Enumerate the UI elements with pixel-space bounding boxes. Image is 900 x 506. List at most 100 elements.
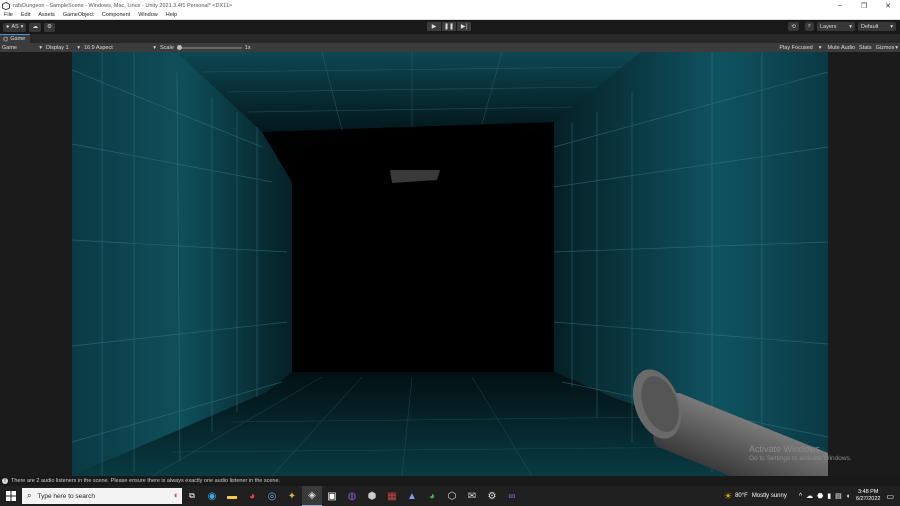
volume-icon[interactable]: ◖ [846, 493, 850, 500]
task-view-button[interactable]: ⧉ [182, 486, 202, 506]
display-label: Display 1 [46, 44, 69, 51]
game-app[interactable]: ✦ [282, 486, 302, 506]
sun-icon: ☀ [723, 490, 733, 501]
pause-icon: ❚❚ [443, 24, 455, 30]
menu-window[interactable]: Window [134, 12, 162, 18]
collab-button[interactable]: ⚙ [43, 22, 55, 32]
unity-icon: ◈ [308, 490, 316, 501]
microphone-icon[interactable]: ▮ [827, 492, 831, 500]
stats-toggle[interactable]: Stats [857, 43, 874, 52]
discord-app[interactable]: ▣ [322, 486, 342, 506]
network-icon[interactable]: ▤ [835, 492, 842, 500]
unity-app[interactable]: ◈ [302, 486, 322, 506]
game-view-render[interactable] [72, 52, 828, 476]
play-icon: ▶ [431, 24, 437, 30]
close-button[interactable]: ✕ [876, 0, 900, 11]
aspect-dropdown[interactable]: 16:9 Aspect ▾ [82, 43, 158, 52]
tab-label: Game [10, 36, 26, 42]
scale-control: Scale 1x [158, 43, 253, 52]
mail-app[interactable]: ✉ [462, 486, 482, 506]
unity-logo-icon [2, 1, 10, 10]
scale-slider-knob[interactable] [176, 44, 182, 50]
scale-value: 1x [244, 44, 251, 51]
clock-time: 3:48 PM [857, 489, 879, 495]
defender-icon[interactable]: ⬣ [817, 492, 823, 500]
mail-icon: ✉ [467, 490, 477, 502]
playback-controls: ▶ ❚❚ ▶| [427, 22, 471, 31]
unity-hub-app[interactable]: ⬡ [442, 486, 462, 506]
mute-audio-label: Mute Audio [827, 44, 856, 51]
shield-app[interactable]: ⬢ [362, 486, 382, 506]
menu-bar: File Edit Assets GameObject Component Wi… [0, 11, 900, 20]
stats-label: Stats [859, 44, 872, 51]
file-explorer-app[interactable]: ▬ [222, 486, 242, 506]
layout-dropdown[interactable]: Default ▾ [858, 22, 896, 31]
tab-game[interactable]: ⌬ Game [0, 34, 31, 43]
settings-app[interactable]: ⚙ [482, 486, 502, 506]
menu-gameobject[interactable]: GameObject [59, 12, 98, 18]
menu-assets[interactable]: Assets [34, 12, 59, 18]
dungeon-corridor-scene [72, 52, 828, 476]
onedrive-icon[interactable]: ☁ [806, 492, 813, 500]
menu-edit[interactable]: Edit [17, 12, 34, 18]
watermark-title: Activate Windows [749, 444, 821, 454]
scale-slider[interactable] [176, 44, 242, 50]
notification-icon[interactable]: ▭ [886, 492, 894, 501]
status-message: There are 2 audio listeners in the scene… [11, 478, 281, 484]
chrome-app[interactable]: ◕ [242, 486, 262, 506]
tab-bar: ⌬ Game [0, 34, 900, 43]
task-view-icon: ⧉ [189, 491, 195, 500]
window-title: rafsDungeon - SampleScene - Windows, Mac… [13, 2, 233, 9]
account-icon: ● [6, 24, 10, 30]
step-button[interactable]: ▶| [457, 22, 471, 31]
cloud-button[interactable]: ☁ [29, 22, 41, 32]
layers-dropdown[interactable]: Layers ▾ [817, 22, 855, 31]
chrome-icon: ◕ [428, 490, 436, 502]
search-button[interactable]: ⌕ [804, 22, 814, 31]
chevron-down-icon: ▾ [890, 23, 893, 30]
show-hidden-icons-chevron-icon[interactable]: ^ [799, 493, 802, 500]
watermark-subtitle: Go to Settings to activate Windows. [749, 455, 852, 462]
console-status-bar[interactable]: ! There are 2 audio listeners in the sce… [0, 476, 900, 486]
menu-component[interactable]: Component [98, 12, 134, 18]
display-dropdown[interactable]: Display 1 ▾ [44, 43, 82, 52]
menu-file[interactable]: File [0, 12, 17, 18]
game-view-toolbar: Game ▾ Display 1 ▾ 16:9 Aspect ▾ Scale 1… [0, 43, 900, 52]
taskbar-search-input[interactable]: ⌕ Type here to search ◐ [22, 488, 182, 504]
edge-app[interactable]: ◉ [202, 486, 222, 506]
pause-button[interactable]: ❚❚ [442, 22, 456, 31]
layers-label: Layers [820, 23, 837, 30]
play-button[interactable]: ▶ [427, 22, 441, 31]
steam-app[interactable]: ◎ [262, 486, 282, 506]
scale-label: Scale [160, 44, 174, 51]
chrome-app-2[interactable]: ◕ [422, 486, 442, 506]
gizmos-toggle[interactable]: Gizmos ▾ [874, 43, 900, 52]
paint-app[interactable]: ▲ [402, 486, 422, 506]
visual-studio-icon: ∞ [508, 490, 516, 502]
mode-dropdown[interactable]: Game ▾ [0, 43, 44, 52]
edge-icon: ◉ [207, 490, 217, 502]
account-dropdown[interactable]: ● AS ▾ [3, 22, 27, 32]
undo-history-button[interactable]: ⟲ [788, 22, 799, 31]
archive-icon: ▦ [387, 490, 397, 502]
clock[interactable]: 3:48 PM 6/27/2022 [856, 489, 880, 503]
chevron-down-icon: ▾ [153, 44, 156, 51]
chat-app[interactable]: ◍ [342, 486, 362, 506]
chevron-down-icon: ▾ [77, 44, 80, 51]
mute-audio-toggle[interactable]: Mute Audio [826, 43, 858, 52]
menu-help[interactable]: Help [162, 12, 181, 18]
weather-widget[interactable]: ☀ 80°F Mostly sunny [724, 491, 787, 502]
gear-icon: ⚙ [487, 490, 497, 502]
start-button[interactable] [0, 486, 22, 506]
chevron-down-icon: ▾ [849, 23, 852, 30]
gear-icon: ⚙ [46, 24, 52, 30]
winrar-app[interactable]: ▦ [382, 486, 402, 506]
minimize-button[interactable]: – [828, 0, 852, 11]
folder-icon: ▬ [227, 490, 237, 502]
maximize-button[interactable]: ❐ [852, 0, 876, 11]
activate-windows-watermark: Activate Windows Go to Settings to activ… [749, 444, 852, 462]
game-icon: ✦ [287, 490, 297, 502]
clock-date: 6/27/2022 [855, 496, 881, 502]
play-focused-dropdown[interactable]: Play Focused ▾ [777, 43, 823, 52]
visual-studio-app[interactable]: ∞ [502, 486, 522, 506]
